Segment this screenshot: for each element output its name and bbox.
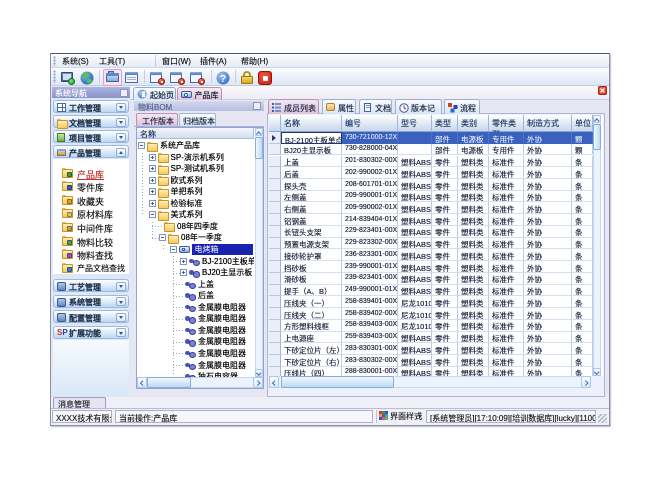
svg-text:?: ? [220, 74, 226, 85]
